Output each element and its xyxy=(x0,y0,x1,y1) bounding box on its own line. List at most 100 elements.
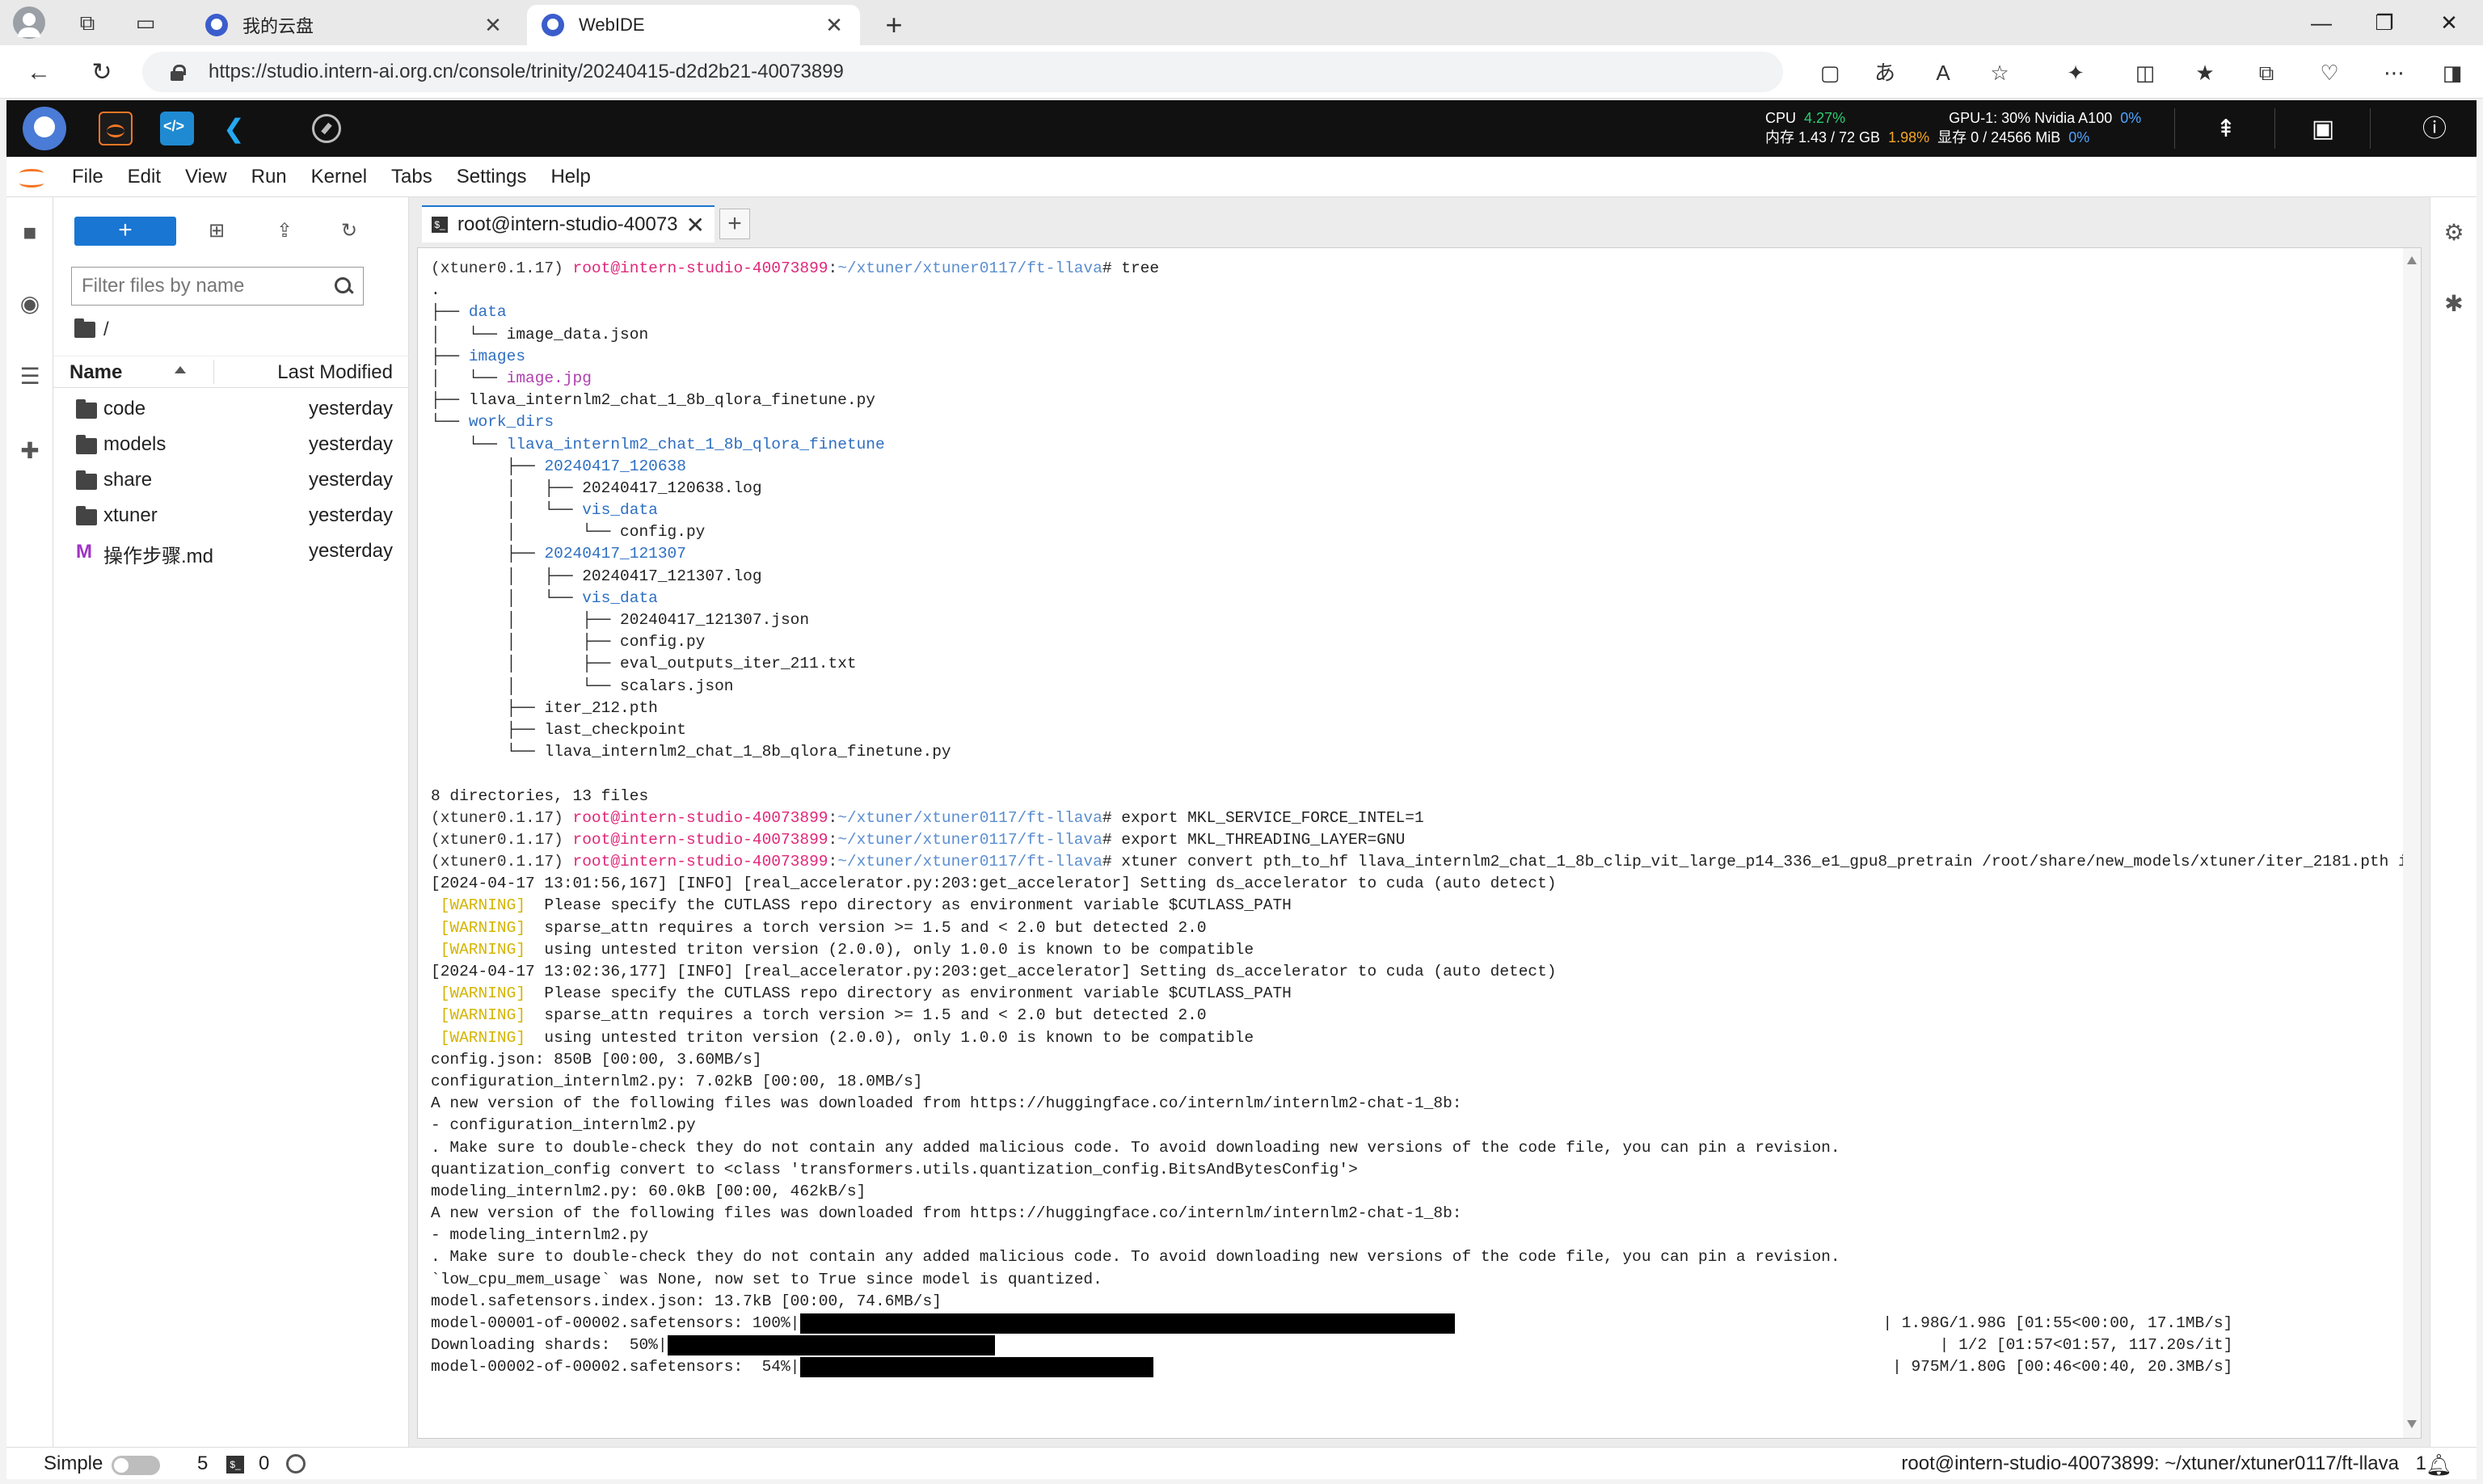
menu-view[interactable]: View xyxy=(173,166,239,188)
column-last-modified-header[interactable]: Last Modified xyxy=(277,361,393,384)
split-screen-icon[interactable]: ◫ xyxy=(2131,58,2160,87)
new-tab-button[interactable]: + xyxy=(878,8,910,42)
jupyter-launcher-icon[interactable] xyxy=(99,112,133,145)
scroll-up-icon[interactable] xyxy=(2407,256,2417,264)
translate-icon[interactable]: あ xyxy=(1870,58,1899,87)
extensions-puzzle-icon[interactable]: ✚ xyxy=(17,438,43,464)
read-aloud-icon[interactable]: A xyxy=(1929,58,1958,87)
file-list-item[interactable]: xtuner yesterday xyxy=(53,498,409,532)
new-launcher-button[interactable]: + xyxy=(74,217,176,246)
folder-icon[interactable] xyxy=(74,318,95,338)
table-of-contents-icon[interactable]: ☰ xyxy=(17,364,43,390)
terminal-line: └── work_dirs xyxy=(431,411,2421,433)
compass-icon[interactable] xyxy=(312,114,341,143)
tree-entry: image_data.json xyxy=(506,325,649,344)
close-tab-icon[interactable]: ✕ xyxy=(823,13,845,38)
reader-icon[interactable]: ▢ xyxy=(1815,58,1844,87)
search-icon xyxy=(334,276,353,296)
close-tab-icon[interactable]: ✕ xyxy=(482,13,504,38)
terminal-scrollbar[interactable] xyxy=(2403,248,2421,1438)
tree-branch: ├── xyxy=(431,303,469,322)
terminal-line: │ └── image_data.json xyxy=(431,324,2421,346)
vscode-icon[interactable] xyxy=(215,112,249,145)
tab-actions-icon[interactable]: ▭ xyxy=(133,10,158,36)
file-list-item[interactable]: M 操作步骤.md yesterday xyxy=(53,533,409,567)
breadcrumb-root[interactable]: / xyxy=(103,318,109,341)
file-browser-folder-icon[interactable]: ■ xyxy=(17,220,43,246)
tree-entry: config.py xyxy=(620,523,706,542)
info-icon[interactable]: ⓘ xyxy=(2418,113,2451,145)
performance-icon[interactable]: ♡ xyxy=(2315,58,2344,87)
terminal-count[interactable]: 5 xyxy=(197,1452,208,1475)
screenshot-icon[interactable]: ▣ xyxy=(2307,113,2339,145)
column-name-header[interactable]: Name xyxy=(70,361,122,384)
menu-kernel[interactable]: Kernel xyxy=(299,166,379,188)
address-bar[interactable]: https://studio.intern-ai.org.cn/console/… xyxy=(142,52,1783,92)
terminal-line: (xtuner0.1.17) root@intern-studio-400738… xyxy=(431,851,2421,873)
profile-icon[interactable] xyxy=(13,6,45,39)
prompt-env: (xtuner0.1.17) xyxy=(431,853,573,871)
browser-tab-webide[interactable]: WebIDE ✕ xyxy=(527,5,860,45)
workspaces-icon[interactable]: ⧉ xyxy=(74,10,100,36)
minimize-icon[interactable]: — xyxy=(2305,6,2338,39)
terminal-line: . Make sure to double-check they do not … xyxy=(431,1137,2421,1159)
prompt-cwd: ~/xtuner/xtuner0117/ft-llava xyxy=(837,259,1102,277)
collections-icon[interactable]: ⧉ xyxy=(2252,58,2281,87)
new-folder-icon[interactable]: ⊞ xyxy=(204,218,230,244)
bell-icon[interactable]: 🔔︎ xyxy=(2426,1452,2452,1478)
menu-file[interactable]: File xyxy=(60,166,116,188)
refresh-icon[interactable]: ↻ xyxy=(336,218,362,244)
notification-count[interactable]: 1 xyxy=(2416,1452,2426,1475)
terminal-output[interactable]: (xtuner0.1.17) root@intern-studio-400738… xyxy=(417,247,2422,1439)
tree-entry: image.jpg xyxy=(506,369,592,387)
upload-icon[interactable]: ⇪ xyxy=(272,218,297,244)
intern-studio-logo xyxy=(23,107,66,150)
browser-tab-cloud-drive[interactable]: 我的云盘 ✕ xyxy=(191,5,519,45)
tree-entry: iter_212.pth xyxy=(544,698,658,717)
terminal-icon[interactable]: $_ xyxy=(226,1456,244,1473)
sidebar-toggle-icon[interactable]: ◨ xyxy=(2438,58,2467,87)
tree-entry: llava_internlm2_chat_1_8b_qlora_finetune… xyxy=(544,743,951,761)
file-list-item[interactable]: code yesterday xyxy=(53,391,409,425)
restore-icon[interactable]: ❐ xyxy=(2368,6,2401,39)
column-divider[interactable] xyxy=(213,360,214,384)
running-sessions-icon[interactable]: ◉ xyxy=(17,291,43,317)
filter-files-input[interactable] xyxy=(82,275,334,297)
tree-entry: scalars.json xyxy=(620,677,734,695)
file-modified: yesterday xyxy=(308,398,393,419)
tune-icon[interactable]: ⇞ xyxy=(2210,113,2242,145)
jupyter-logo-icon xyxy=(16,161,48,193)
menu-settings[interactable]: Settings xyxy=(445,166,539,188)
close-tab-icon[interactable]: ✕ xyxy=(686,212,705,238)
property-inspector-gear-icon[interactable]: ⚙ xyxy=(2441,220,2467,246)
menu-run[interactable]: Run xyxy=(239,166,299,188)
terminal-line: (xtuner0.1.17) root@intern-studio-400738… xyxy=(431,829,2421,851)
terminal-line: . Make sure to double-check they do not … xyxy=(431,1246,2421,1268)
terminal-line: ├── 20240417_120638 xyxy=(431,456,2421,478)
file-list-item[interactable]: models yesterday xyxy=(53,427,409,461)
terminal-line: [WARNING] sparse_attn requires a torch v… xyxy=(431,917,2421,939)
simple-mode-toggle[interactable] xyxy=(112,1456,160,1475)
memory-label: 内存 1.43 / 72 GB xyxy=(1765,129,1881,145)
debugger-bug-icon[interactable]: ✱ xyxy=(2441,291,2467,317)
back-icon[interactable]: ← xyxy=(23,57,55,89)
terminal-line: │ └── image.jpg xyxy=(431,368,2421,390)
favorite-star-icon[interactable]: ☆ xyxy=(1985,58,2014,87)
terminal-tab[interactable]: $_ root@intern-studio-40073 ✕ xyxy=(422,205,715,242)
more-options-icon[interactable]: ⋯ xyxy=(2380,58,2409,87)
kernel-gear-icon[interactable] xyxy=(286,1454,306,1473)
kernel-count[interactable]: 0 xyxy=(259,1452,269,1475)
scroll-down-icon[interactable] xyxy=(2407,1420,2417,1428)
extensions-icon[interactable]: ✦ xyxy=(2061,58,2090,87)
reload-icon[interactable]: ↻ xyxy=(86,57,118,89)
terminal-line: ├── 20240417_121307 xyxy=(431,543,2421,565)
progress-stats: | 1/2 [01:57<01:57, 117.20s/it] xyxy=(1939,1336,2233,1355)
add-tab-button[interactable]: + xyxy=(719,209,750,239)
file-list-item[interactable]: share yesterday xyxy=(53,462,409,496)
menu-edit[interactable]: Edit xyxy=(116,166,173,188)
close-window-icon[interactable]: ✕ xyxy=(2433,6,2465,39)
menu-tabs[interactable]: Tabs xyxy=(379,166,445,188)
code-editor-icon[interactable] xyxy=(160,112,194,145)
menu-help[interactable]: Help xyxy=(538,166,602,188)
favorites-icon[interactable]: ★ xyxy=(2190,58,2220,87)
